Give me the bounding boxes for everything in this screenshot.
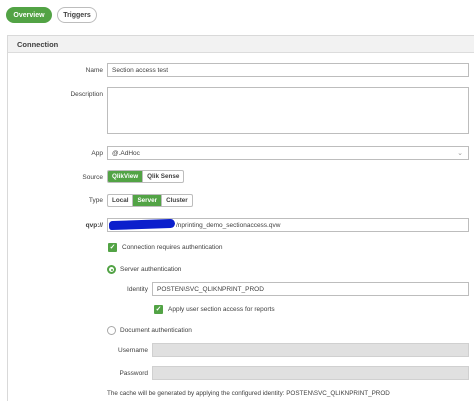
source-option-qlik-sense[interactable]: Qlik Sense: [143, 171, 183, 182]
password-label: Password: [119, 370, 148, 377]
tab-triggers[interactable]: Triggers: [57, 7, 97, 23]
document-auth-radio[interactable]: [107, 326, 116, 335]
name-input[interactable]: Section access test: [107, 63, 469, 77]
username-label: Username: [118, 347, 148, 354]
source-toggle: QlikView Qlik Sense: [107, 170, 185, 183]
server-auth-label: Server authentication: [120, 266, 182, 273]
qvp-label: qvp://: [85, 222, 103, 229]
username-input: [152, 343, 469, 357]
type-option-cluster[interactable]: Cluster: [162, 195, 192, 206]
description-textarea[interactable]: [107, 87, 469, 134]
identity-label: Identity: [127, 286, 148, 293]
type-toggle: Local Server Cluster: [107, 194, 193, 207]
app-select-value: @.AdHoc: [112, 149, 140, 157]
app-label: App: [91, 150, 103, 157]
identity-input[interactable]: POSTEN\SVC_QLIKNPRINT_PROD: [152, 282, 469, 296]
source-label: Source: [82, 174, 103, 181]
tab-overview[interactable]: Overview: [6, 7, 52, 23]
type-option-server[interactable]: Server: [133, 195, 163, 206]
password-input: [152, 366, 469, 380]
requires-auth-checkbox[interactable]: ✓: [108, 243, 117, 252]
type-label: Type: [88, 197, 103, 204]
name-label: Name: [85, 67, 103, 74]
tab-bar: Overview Triggers: [6, 7, 97, 23]
chevron-down-icon[interactable]: ⌄: [457, 149, 463, 157]
panel-title: Connection: [8, 36, 474, 53]
cache-note: The cache will be generated by applying …: [107, 390, 390, 397]
description-label: Description: [70, 91, 103, 98]
checkmark-icon: ✓: [155, 306, 162, 313]
checkmark-icon: ✓: [109, 244, 116, 251]
app-select[interactable]: @.AdHoc ⌄: [107, 146, 469, 160]
document-auth-label: Document authentication: [120, 327, 192, 334]
type-option-local[interactable]: Local: [108, 195, 134, 206]
apply-section-access-checkbox[interactable]: ✓: [154, 305, 163, 314]
source-option-qlikview[interactable]: QlikView: [108, 171, 144, 182]
apply-section-access-label: Apply user section access for reports: [168, 306, 275, 313]
requires-auth-label: Connection requires authentication: [122, 244, 223, 251]
server-auth-radio[interactable]: [107, 265, 116, 274]
